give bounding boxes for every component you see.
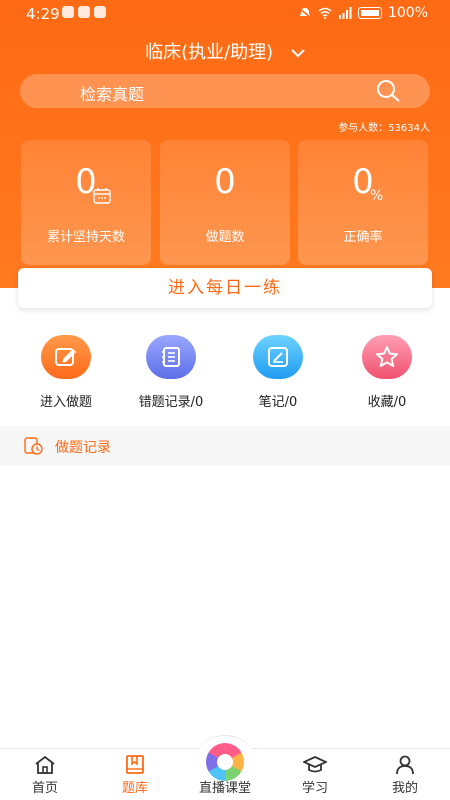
- status-right: 100%: [298, 5, 428, 21]
- search-placeholder: 检索真题: [80, 85, 145, 104]
- app-notification-icon: [62, 6, 74, 18]
- feature-label: 错题记录/0: [138, 395, 204, 410]
- missed-call-icon: [78, 6, 90, 18]
- stat-card-accuracy: 0 % 正确率: [298, 140, 428, 265]
- graduation-cap-icon: [303, 756, 327, 773]
- feature-label: 笔记/0: [258, 395, 298, 410]
- chevron-down-icon: [291, 49, 305, 58]
- practice-record-section[interactable]: 做题记录: [0, 426, 450, 466]
- stat-label: 做题数: [205, 230, 245, 245]
- status-time: 4:29: [26, 5, 60, 23]
- nav-study[interactable]: 学习: [275, 755, 355, 796]
- nav-label: 学习: [301, 781, 328, 796]
- stat-card-questions-done: 0 做题数: [160, 140, 290, 265]
- status-app-icons: [62, 6, 106, 18]
- nav-live-classroom[interactable]: 直播课堂: [185, 777, 265, 796]
- stat-label: 累计坚持天数: [46, 230, 125, 245]
- daily-practice-button[interactable]: 进入每日一练: [18, 268, 432, 308]
- exam-category-selector[interactable]: 临床(执业/助理): [0, 38, 450, 64]
- bottom-navigation: 首页 题库 直播课堂 学习 我的: [0, 735, 450, 800]
- stat-card-streak-days: 0 累计坚持天数: [21, 140, 151, 265]
- live-icon[interactable]: [206, 743, 244, 781]
- signal-icon: [338, 7, 352, 19]
- wechat-icon: [94, 6, 106, 18]
- person-icon: [396, 755, 414, 775]
- feature-label: 进入做题: [39, 395, 92, 410]
- feature-start-practice[interactable]: 进入做题: [16, 335, 116, 410]
- feature-label: 收藏/0: [367, 395, 407, 410]
- search-bar[interactable]: 检索真题: [20, 74, 430, 108]
- mute-bell-icon: [298, 7, 312, 19]
- edit-icon: [41, 335, 91, 379]
- battery-icon: [357, 7, 382, 19]
- exam-category-title: 临床(执业/助理): [145, 42, 274, 63]
- nav-label: 题库: [121, 781, 148, 796]
- status-bar: 4:29 100%: [0, 0, 450, 28]
- wifi-icon: [318, 7, 332, 19]
- search-icon[interactable]: [376, 79, 400, 103]
- home-icon: [35, 755, 55, 774]
- record-clock-icon: [24, 437, 43, 455]
- practice-record-label: 做题记录: [55, 440, 111, 456]
- nav-home[interactable]: 首页: [5, 755, 85, 796]
- battery-level: 100%: [387, 5, 428, 21]
- stat-value: 0: [75, 162, 97, 202]
- percent-unit: %: [370, 188, 384, 204]
- nav-label: 首页: [31, 781, 58, 796]
- nav-profile[interactable]: 我的: [365, 755, 445, 796]
- note-icon: [253, 335, 303, 379]
- stat-value: 0: [352, 162, 374, 202]
- feature-wrong-questions[interactable]: 错题记录/0: [121, 335, 221, 410]
- book-icon: [126, 755, 144, 774]
- participants-count: 参与人数：53634人: [338, 123, 430, 134]
- stat-value: 0: [214, 162, 236, 202]
- nav-question-bank[interactable]: 题库: [95, 755, 175, 796]
- feature-favorites[interactable]: 收藏/0: [337, 335, 437, 410]
- notebook-icon: [146, 335, 196, 379]
- nav-label: 我的: [391, 781, 418, 796]
- feature-notes[interactable]: 笔记/0: [228, 335, 328, 410]
- star-icon: [362, 335, 412, 379]
- calendar-icon: [93, 188, 111, 204]
- stat-label: 正确率: [343, 230, 383, 245]
